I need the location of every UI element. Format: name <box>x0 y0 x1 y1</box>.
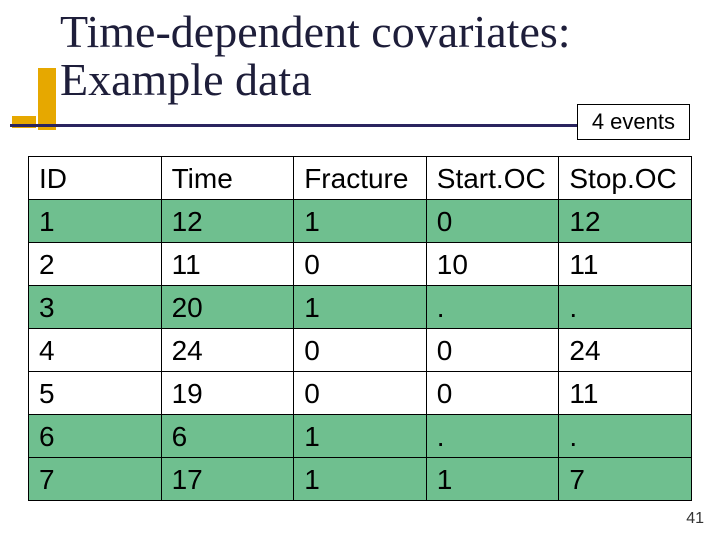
events-callout-text: 4 events <box>592 109 675 134</box>
table-body: 1 12 1 0 12 2 11 0 10 11 3 20 1 . <box>29 200 692 501</box>
cell: 3 <box>29 286 162 329</box>
col-time: Time <box>161 157 294 200</box>
table-row: 7 17 1 1 7 <box>29 458 692 501</box>
page-number: 41 <box>686 510 704 528</box>
cell: . <box>426 286 559 329</box>
col-stopoc: Stop.OC <box>559 157 692 200</box>
cell: 5 <box>29 372 162 415</box>
cell: 19 <box>161 372 294 415</box>
cell: 0 <box>426 372 559 415</box>
cell: 24 <box>161 329 294 372</box>
title-line-2: Example data <box>60 54 312 105</box>
events-callout: 4 events <box>577 104 690 140</box>
col-fracture: Fracture <box>294 157 427 200</box>
col-id: ID <box>29 157 162 200</box>
table-row: 3 20 1 . . <box>29 286 692 329</box>
table-header-row: ID Time Fracture Start.OC Stop.OC <box>29 157 692 200</box>
cell: 0 <box>294 372 427 415</box>
cell: 1 <box>294 200 427 243</box>
cell: . <box>426 415 559 458</box>
cell: 2 <box>29 243 162 286</box>
cell: . <box>559 415 692 458</box>
cell: 17 <box>161 458 294 501</box>
slide-title: Time-dependent covariates: Example data <box>60 8 660 105</box>
table-row: 1 12 1 0 12 <box>29 200 692 243</box>
title-line-1: Time-dependent covariates: <box>60 6 571 57</box>
cell: 4 <box>29 329 162 372</box>
cell: 7 <box>559 458 692 501</box>
cell: . <box>559 286 692 329</box>
title-area: Time-dependent covariates: Example data <box>60 8 660 105</box>
cell: 0 <box>426 329 559 372</box>
cell: 6 <box>161 415 294 458</box>
data-table: ID Time Fracture Start.OC Stop.OC 1 12 1… <box>28 156 692 501</box>
cell: 1 <box>294 286 427 329</box>
cell: 6 <box>29 415 162 458</box>
slide: Time-dependent covariates: Example data … <box>0 0 720 540</box>
cell: 1 <box>294 415 427 458</box>
cell: 12 <box>161 200 294 243</box>
cell: 12 <box>559 200 692 243</box>
cell: 10 <box>426 243 559 286</box>
cell: 1 <box>294 458 427 501</box>
cell: 0 <box>294 329 427 372</box>
cell: 20 <box>161 286 294 329</box>
cell: 7 <box>29 458 162 501</box>
table-row: 6 6 1 . . <box>29 415 692 458</box>
table-row: 2 11 0 10 11 <box>29 243 692 286</box>
table-row: 5 19 0 0 11 <box>29 372 692 415</box>
table-row: 4 24 0 0 24 <box>29 329 692 372</box>
cell: 1 <box>426 458 559 501</box>
cell: 11 <box>559 243 692 286</box>
cell: 24 <box>559 329 692 372</box>
cell: 11 <box>559 372 692 415</box>
accent-block <box>38 68 56 130</box>
cell: 11 <box>161 243 294 286</box>
data-table-wrap: ID Time Fracture Start.OC Stop.OC 1 12 1… <box>28 156 692 501</box>
cell: 0 <box>294 243 427 286</box>
col-startoc: Start.OC <box>426 157 559 200</box>
cell: 1 <box>29 200 162 243</box>
cell: 0 <box>426 200 559 243</box>
